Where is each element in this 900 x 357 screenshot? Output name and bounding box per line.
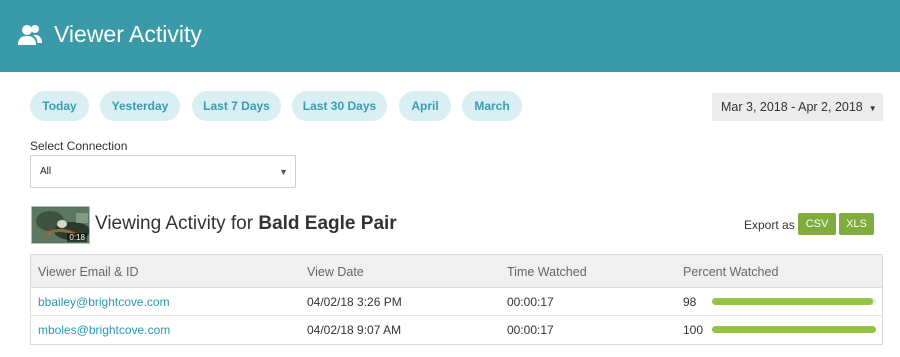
viewer-email-link[interactable]: bbailey@brightcove.com <box>38 295 170 309</box>
time-watched: 00:00:17 <box>507 323 554 337</box>
page-header: Viewer Activity <box>0 0 900 72</box>
activity-title: Viewing Activity for Bald Eagle Pair <box>95 213 397 235</box>
page-title: Viewer Activity <box>54 21 202 47</box>
export-csv-button[interactable]: CSV <box>798 213 836 235</box>
viewer-activity-table: Viewer Email & ID View Date Time Watched… <box>30 254 883 345</box>
view-date: 04/02/18 3:26 PM <box>307 295 402 309</box>
connection-selected-value: All <box>40 166 52 177</box>
connection-label: Select Connection <box>30 139 128 153</box>
percent-watched-value: 98 <box>683 295 697 309</box>
viewer-email-link[interactable]: mboles@brightcove.com <box>38 323 170 337</box>
percent-watched-bar <box>712 298 876 305</box>
filter-today-button[interactable]: Today <box>30 91 89 121</box>
percent-watched-bar-fill <box>712 298 873 305</box>
column-header-percent-watched: Percent Watched <box>683 265 779 279</box>
table-row: bbailey@brightcove.com 04/02/18 3:26 PM … <box>31 288 882 316</box>
export-xls-button[interactable]: XLS <box>839 213 874 235</box>
column-header-time-watched: Time Watched <box>507 265 587 279</box>
video-duration: 0:18 <box>67 233 87 242</box>
date-range-value: Mar 3, 2018 - Apr 2, 2018 <box>721 100 863 114</box>
video-title: Bald Eagle Pair <box>258 213 397 234</box>
caret-down-icon: ▼ <box>868 103 877 113</box>
view-date: 04/02/18 9:07 AM <box>307 323 402 337</box>
dropdown-arrow-icon: ▼ <box>279 167 288 177</box>
date-range-picker[interactable]: Mar 3, 2018 - Apr 2, 2018 ▼ <box>712 93 883 121</box>
activity-title-prefix: Viewing Activity for <box>95 213 254 234</box>
column-header-view-date: View Date <box>307 265 364 279</box>
filter-march-button[interactable]: March <box>462 91 522 121</box>
export-label: Export as <box>744 218 795 232</box>
connection-select[interactable]: All ▼ <box>30 155 296 188</box>
percent-watched-bar-fill <box>712 326 876 333</box>
video-thumbnail: 0:18 <box>31 206 90 244</box>
table-header: Viewer Email & ID View Date Time Watched… <box>31 255 882 288</box>
filter-yesterday-button[interactable]: Yesterday <box>100 91 180 121</box>
users-icon <box>18 25 42 45</box>
column-header-email: Viewer Email & ID <box>38 265 139 279</box>
filter-last-30-days-button[interactable]: Last 30 Days <box>292 91 387 121</box>
filter-last-7-days-button[interactable]: Last 7 Days <box>192 91 281 121</box>
percent-watched-bar <box>712 326 876 333</box>
table-row: mboles@brightcove.com 04/02/18 9:07 AM 0… <box>31 316 882 344</box>
filter-april-button[interactable]: April <box>399 91 451 121</box>
percent-watched-value: 100 <box>683 323 704 337</box>
time-watched: 00:00:17 <box>507 295 554 309</box>
